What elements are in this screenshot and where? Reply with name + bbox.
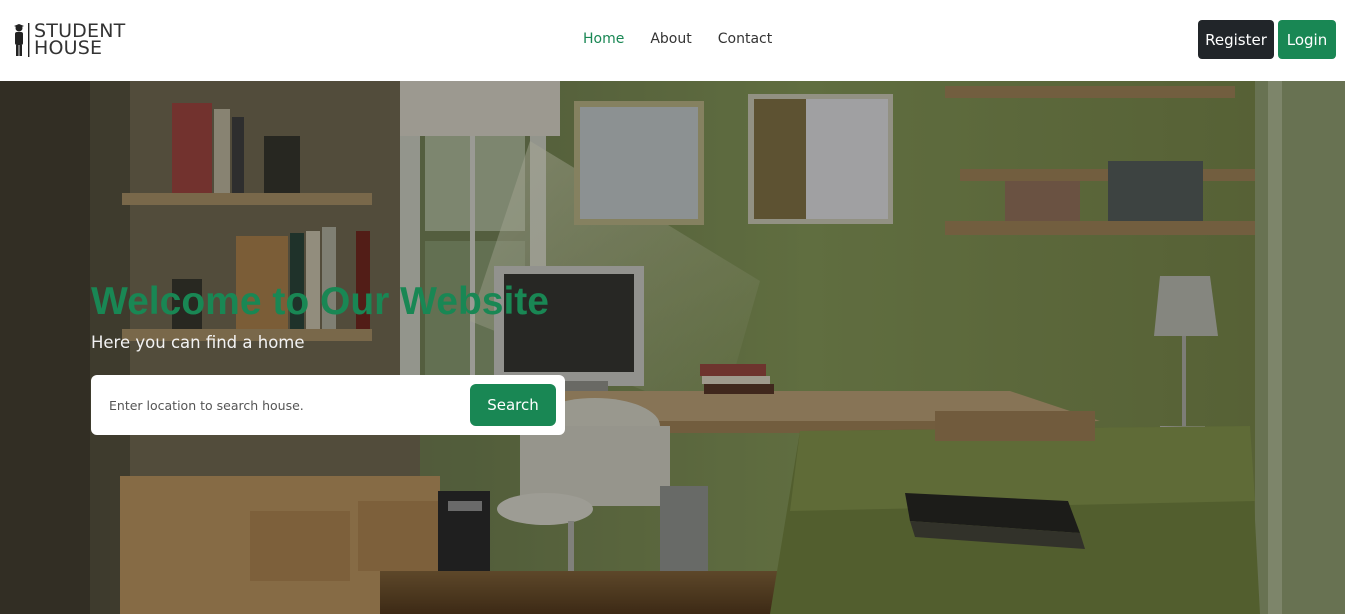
hero-section: Welcome to Our Website Here you can find… (0, 81, 1345, 614)
search-button[interactable]: Search (470, 384, 556, 426)
nav-link-contact[interactable]: Contact (718, 31, 772, 47)
location-search-input[interactable] (109, 390, 449, 420)
search-form: Search (91, 375, 565, 435)
login-button[interactable]: Login (1278, 20, 1336, 59)
brand-logo[interactable]: STUDENT HOUSE (12, 20, 125, 60)
brand-text: STUDENT HOUSE (34, 22, 125, 59)
brand-line-2: HOUSE (34, 37, 103, 59)
student-icon (14, 23, 30, 57)
register-button[interactable]: Register (1198, 20, 1274, 59)
hero-title: Welcome to Our Website (91, 280, 549, 323)
nav-link-about[interactable]: About (650, 31, 691, 47)
nav-link-home[interactable]: Home (583, 31, 624, 47)
main-nav: Home About Contact (583, 31, 798, 47)
top-navbar: STUDENT HOUSE Home About Contact Registe… (0, 0, 1345, 81)
hero-subtitle: Here you can find a home (91, 333, 305, 352)
